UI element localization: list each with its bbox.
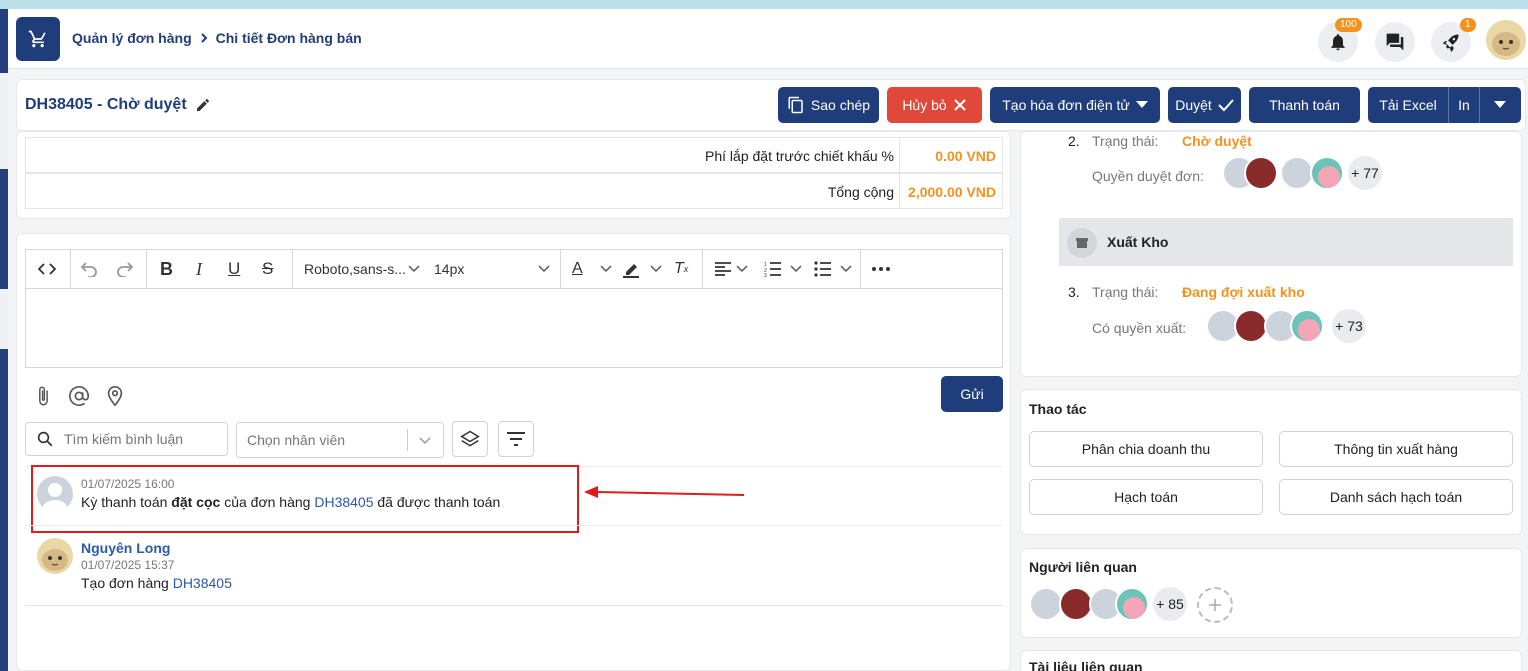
staff-select[interactable]: Chọn nhân viên: [236, 422, 444, 458]
annotation-arrow: [584, 486, 745, 498]
exporter-avatars[interactable]: + 73: [1206, 309, 1376, 347]
highlight-icon[interactable]: [622, 258, 640, 280]
breadcrumb-current: Chi tiết Đơn hàng bán: [215, 30, 362, 46]
svg-text:3: 3: [764, 273, 767, 277]
excel-button[interactable]: Tải Excel: [1368, 97, 1448, 113]
accounting-list-button[interactable]: Danh sách hạch toán: [1279, 479, 1513, 515]
more-exporters[interactable]: + 73: [1332, 309, 1366, 343]
bullet-list-icon[interactable]: [814, 258, 832, 280]
rich-text-editor: B I U S Roboto,sans-s... 14px A Tx 123: [25, 249, 1003, 368]
avatar: [37, 538, 73, 574]
chat-icon[interactable]: [1375, 22, 1415, 62]
notification-badge: 100: [1335, 18, 1362, 32]
more-people[interactable]: + 85: [1153, 587, 1187, 621]
align-icon[interactable]: [714, 258, 732, 280]
font-size-select[interactable]: 14px: [434, 258, 464, 280]
breadcrumb-orders[interactable]: Quản lý đơn hàng: [72, 30, 192, 46]
related-avatars[interactable]: + 85: [1029, 587, 1239, 625]
export-button-group: Tải Excel In: [1368, 87, 1521, 123]
attachment-icon[interactable]: [32, 385, 54, 407]
store-icon: [1067, 228, 1097, 258]
pay-button[interactable]: Thanh toán: [1249, 87, 1360, 123]
chevron-down-icon: [408, 258, 420, 280]
caret-down-icon: [1135, 101, 1148, 109]
comment-search: [25, 422, 228, 456]
close-icon: [953, 98, 967, 112]
approver-avatars[interactable]: + 77: [1222, 156, 1392, 194]
breadcrumb: Quản lý đơn hàng Chi tiết Đơn hàng bán: [72, 30, 362, 46]
browser-top-strip: [0, 0, 1528, 9]
comment-search-input[interactable]: [64, 429, 222, 449]
print-button[interactable]: In: [1449, 97, 1479, 113]
rocket-badge: 1: [1460, 18, 1476, 32]
add-person-icon[interactable]: [1197, 587, 1233, 623]
editor-content[interactable]: [26, 290, 1002, 368]
comment-time: 01/07/2025 15:37: [81, 558, 175, 572]
underline-icon[interactable]: U: [228, 258, 240, 280]
location-icon[interactable]: [104, 385, 126, 407]
filter-icon[interactable]: [498, 421, 534, 457]
chevron-down-icon: [538, 258, 550, 280]
copy-icon: [787, 96, 805, 114]
chevron-down-icon: [419, 437, 431, 445]
check-icon: [1218, 98, 1234, 112]
cancel-button[interactable]: Hủy bỏ: [887, 87, 982, 123]
chevron-down-icon: [650, 258, 662, 280]
order-link[interactable]: DH38405: [173, 575, 232, 591]
total-row: Phí lắp đặt trước chiết khấu % 0.00 VND: [25, 137, 1003, 173]
chevron-down-icon: [840, 258, 852, 280]
total-row: Tổng cộng 2,000.00 VND: [25, 173, 1003, 209]
send-button[interactable]: Gửi: [941, 376, 1003, 412]
status-badge: Đang đợi xuất kho: [1182, 284, 1305, 300]
sidebar-strip: [0, 9, 8, 671]
code-view-icon[interactable]: [38, 258, 56, 280]
comment-text: Tạo đơn hàng DH38405: [81, 575, 232, 591]
print-options-caret-icon[interactable]: [1480, 101, 1520, 109]
approve-button[interactable]: Duyệt: [1168, 87, 1241, 123]
shipping-info-button[interactable]: Thông tin xuất hàng: [1279, 431, 1513, 467]
warehouse-section: Xuất Kho: [1059, 218, 1513, 266]
mention-icon[interactable]: [68, 385, 90, 407]
editor-toolbar: B I U S Roboto,sans-s... 14px A Tx 123: [26, 250, 1002, 289]
einvoice-button[interactable]: Tạo hóa đơn điện tử: [990, 87, 1160, 123]
clear-format-icon[interactable]: Tx: [674, 258, 688, 280]
comment-author[interactable]: Nguyên Long: [81, 540, 170, 556]
chevron-down-icon: [790, 258, 802, 280]
redo-icon[interactable]: [116, 258, 134, 280]
related-people-title: Người liên quan: [1029, 559, 1137, 575]
chevron-right-icon: [198, 32, 210, 44]
revenue-split-button[interactable]: Phân chia doanh thu: [1029, 431, 1263, 467]
text-color-icon[interactable]: A: [572, 258, 583, 280]
user-avatar[interactable]: [1486, 20, 1526, 60]
font-family-select[interactable]: Roboto,sans-s...: [304, 258, 422, 280]
highlight-box: [31, 465, 579, 533]
layers-icon[interactable]: [452, 421, 488, 457]
ordered-list-icon[interactable]: 123: [764, 258, 782, 280]
status-badge: Chờ duyệt: [1182, 133, 1252, 149]
chevron-down-icon: [600, 258, 612, 280]
chevron-down-icon: [736, 258, 748, 280]
more-options-icon[interactable]: [872, 258, 890, 280]
undo-icon[interactable]: [80, 258, 98, 280]
search-icon: [36, 430, 54, 448]
strikethrough-icon[interactable]: S: [262, 258, 273, 280]
cart-icon[interactable]: [16, 17, 60, 61]
staff-select-placeholder: Chọn nhân viên: [247, 432, 346, 448]
bold-icon[interactable]: B: [160, 258, 173, 280]
related-docs-title: Tài liệu liên quan: [1029, 659, 1143, 671]
more-approvers[interactable]: + 77: [1348, 156, 1382, 190]
copy-button[interactable]: Sao chép: [778, 87, 879, 123]
operations-title: Thao tác: [1029, 401, 1087, 417]
pencil-icon[interactable]: [195, 97, 211, 113]
accounting-button[interactable]: Hạch toán: [1029, 479, 1263, 515]
italic-icon[interactable]: I: [196, 258, 202, 280]
order-title: DH38405 - Chờ duyệt: [25, 96, 211, 114]
